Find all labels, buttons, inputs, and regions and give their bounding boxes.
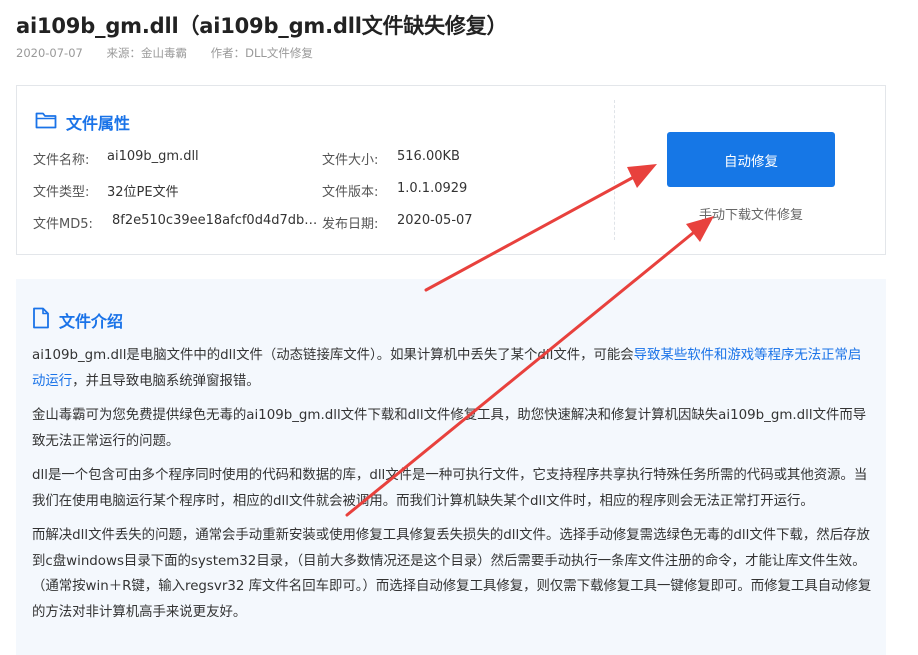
- article-source: 来源：金山毒霸: [106, 46, 188, 60]
- file-md5-label: 文件MD5:: [33, 217, 93, 232]
- article-meta: 2020-07-07 来源：金山毒霸 作者：DLL文件修复: [16, 45, 333, 61]
- file-md5-value: 8f2e510c39ee18afcf0d4d7db0ab6e6d: [112, 213, 320, 228]
- properties-heading-label: 文件属性: [66, 114, 131, 133]
- intro-paragraph-3: dll是一个包含可由多个程序同时使用的代码和数据的库，dll文件是一种可执行文件…: [32, 468, 868, 509]
- manual-download-link[interactable]: 手动下载文件修复: [667, 204, 835, 223]
- intro-body: ai109b_gm.dll是电脑文件中的dll文件（动态链接库文件）。如果计算机…: [32, 343, 872, 634]
- file-type-row: 文件类型: 32位PE文件: [33, 181, 179, 200]
- article-author: 作者：DLL文件修复: [210, 46, 313, 60]
- file-size-row: 文件大小: 516.00KB: [322, 149, 460, 168]
- file-properties-card: 文件属性 文件名称: ai109b_gm.dll 文件类型: 32位PE文件 文…: [16, 85, 886, 255]
- folder-icon: [35, 111, 57, 133]
- intro-heading: 文件介绍: [32, 307, 123, 333]
- file-intro-card: 文件介绍 ai109b_gm.dll是电脑文件中的dll文件（动态链接库文件）。…: [16, 279, 886, 655]
- properties-heading: 文件属性: [35, 110, 130, 134]
- file-version-value: 1.0.1.0929: [397, 181, 468, 196]
- file-type-value: 32位PE文件: [107, 185, 179, 200]
- intro-paragraph-2: 金山毒霸可为您免费提供绿色无毒的ai109b_gm.dll文件下载和dll文件修…: [32, 408, 867, 449]
- file-md5-row: 文件MD5: 8f2e510c39ee18afcf0d4d7db0ab6e6d: [33, 213, 328, 232]
- file-version-label: 文件版本:: [322, 185, 379, 200]
- release-date-label: 发布日期:: [322, 217, 379, 232]
- file-size-label: 文件大小:: [322, 153, 379, 168]
- publish-date: 2020-07-07: [16, 46, 83, 60]
- intro-heading-label: 文件介绍: [59, 312, 124, 331]
- file-name-value: ai109b_gm.dll: [107, 149, 199, 164]
- intro-paragraph-1-text-b: ，并且导致电脑系统弹窗报错。: [72, 373, 260, 389]
- intro-paragraph-1: ai109b_gm.dll是电脑文件中的dll文件（动态链接库文件）。如果计算机…: [32, 343, 872, 394]
- release-date-value: 2020-05-07: [397, 213, 473, 228]
- intro-paragraph-4: 而解决dll文件丢失的问题，通常会手动重新安装或使用修复工具修复丢失损失的dll…: [32, 528, 872, 620]
- document-icon: [32, 307, 50, 333]
- file-type-label: 文件类型:: [33, 185, 90, 200]
- properties-divider: [614, 100, 615, 240]
- release-date-row: 发布日期: 2020-05-07: [322, 213, 473, 232]
- file-version-row: 文件版本: 1.0.1.0929: [322, 181, 467, 200]
- intro-paragraph-1-text-a: ai109b_gm.dll是电脑文件中的dll文件（动态链接库文件）。如果计算机…: [32, 348, 634, 363]
- file-name-row: 文件名称: ai109b_gm.dll: [33, 149, 199, 168]
- page-title: ai109b_gm.dll（ai109b_gm.dll文件缺失修复）: [16, 14, 508, 38]
- file-size-value: 516.00KB: [397, 149, 460, 164]
- file-name-label: 文件名称:: [33, 153, 90, 168]
- auto-fix-button[interactable]: 自动修复: [667, 132, 835, 187]
